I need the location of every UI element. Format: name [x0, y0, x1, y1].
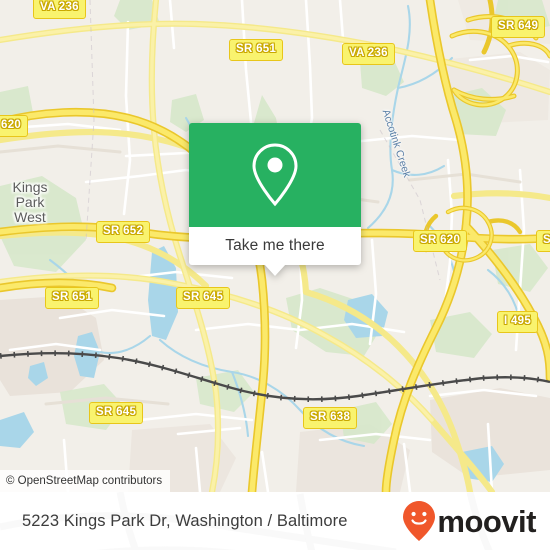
road-shield-i495[interactable]: I 495: [497, 311, 539, 333]
location-popup[interactable]: Take me there: [189, 123, 361, 276]
moovit-pin-icon: [403, 501, 436, 541]
screenshot-root: VA 236 SR 651 VA 236 SR 649 620 SR 652 S…: [0, 0, 550, 550]
place-label-kings-park-west: Kings Park West: [12, 179, 48, 225]
road-shield-sr-east-edge[interactable]: SR: [536, 230, 550, 252]
moovit-wordmark: moovit: [437, 503, 536, 539]
footer-bar: 5223 Kings Park Dr, Washington / Baltimo…: [0, 492, 550, 550]
osm-attribution[interactable]: © OpenStreetMap contributors: [0, 470, 171, 492]
take-me-there-label: Take me there: [225, 237, 325, 254]
road-shield-620-w[interactable]: 620: [0, 115, 29, 137]
road-shield-sr645-mid[interactable]: SR 645: [176, 287, 231, 309]
map-canvas[interactable]: VA 236 SR 651 VA 236 SR 649 620 SR 652 S…: [0, 0, 550, 492]
road-shield-sr651-w[interactable]: SR 651: [45, 287, 100, 309]
moovit-logo[interactable]: moovit: [402, 500, 536, 542]
popup-pointer: [264, 264, 286, 276]
road-shield-va236-nw[interactable]: VA 236: [33, 0, 86, 19]
road-shield-sr652[interactable]: SR 652: [96, 221, 151, 243]
road-shield-sr638[interactable]: SR 638: [303, 407, 358, 429]
road-shield-va236-n[interactable]: VA 236: [342, 43, 395, 65]
popup-footer[interactable]: Take me there: [189, 227, 361, 276]
footer-address: 5223 Kings Park Dr, Washington / Baltimo…: [22, 511, 348, 530]
popup-header: [189, 123, 361, 227]
road-shield-sr649[interactable]: SR 649: [491, 16, 546, 38]
road-shield-sr651-n[interactable]: SR 651: [229, 39, 284, 61]
road-shield-sr645-sw[interactable]: SR 645: [89, 402, 144, 424]
map-pin-icon: [252, 143, 298, 207]
road-shield-sr620[interactable]: SR 620: [413, 230, 468, 252]
